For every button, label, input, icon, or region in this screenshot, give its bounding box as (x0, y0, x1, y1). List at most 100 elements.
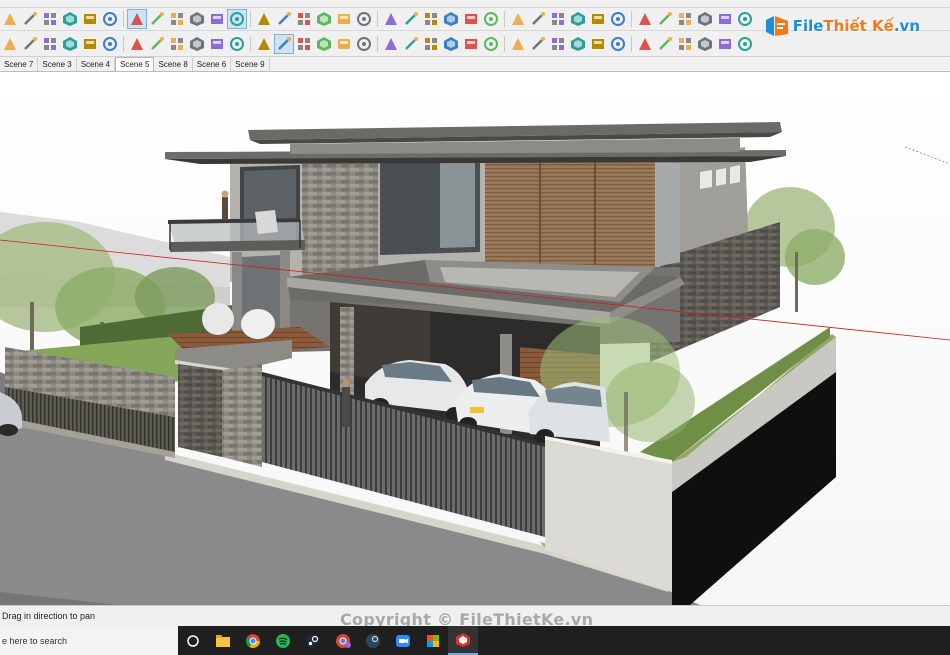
teams-icon[interactable] (418, 626, 448, 655)
steam-client-icon[interactable] (358, 626, 388, 655)
toolbar-separator (377, 11, 378, 27)
tab-scene-3[interactable]: Scene 3 (38, 58, 77, 71)
3d-text-icon[interactable] (228, 35, 246, 53)
warehouse-icon[interactable] (335, 10, 353, 28)
look-around-icon[interactable] (656, 10, 674, 28)
footprint-icon[interactable] (589, 10, 607, 28)
materials-icon[interactable] (482, 10, 500, 28)
house-model-render (0, 72, 950, 605)
camera-icon[interactable] (462, 35, 480, 53)
tab-scene-7[interactable]: Scene 7 (0, 58, 39, 71)
grass-icon[interactable] (589, 35, 607, 53)
stairs-icon[interactable] (696, 35, 714, 53)
house-icon[interactable] (315, 10, 333, 28)
arch-icon[interactable] (656, 35, 674, 53)
zoom-tool-icon[interactable] (295, 35, 313, 53)
tab-scene-8[interactable]: Scene 8 (154, 58, 193, 71)
spotify-icon[interactable] (268, 626, 298, 655)
select-icon[interactable] (1, 10, 19, 28)
geo-icon[interactable] (696, 10, 714, 28)
ruby-icon[interactable] (335, 35, 353, 53)
tape-measure-icon[interactable] (128, 35, 146, 53)
fog-icon[interactable] (442, 10, 460, 28)
paint-icon[interactable] (61, 10, 79, 28)
scenes-icon[interactable] (509, 10, 527, 28)
roof-icon[interactable] (676, 35, 694, 53)
toolbar-separator (631, 11, 632, 27)
line-icon[interactable] (41, 10, 59, 28)
text-icon[interactable] (188, 35, 206, 53)
fur-icon[interactable] (609, 35, 627, 53)
file-explorer-icon[interactable] (208, 626, 238, 655)
push-pull-icon[interactable] (101, 10, 119, 28)
toolbar-separator (123, 35, 124, 52)
tent-icon[interactable] (549, 35, 567, 53)
eye-icon[interactable] (569, 10, 587, 28)
tab-scene-4[interactable]: Scene 4 (77, 58, 116, 71)
offset-icon[interactable] (168, 10, 186, 28)
tape-icon[interactable] (188, 10, 206, 28)
extension-icon[interactable] (355, 35, 373, 53)
chrome-profile-icon[interactable] (328, 626, 358, 655)
pan-tool-icon[interactable] (274, 33, 294, 54)
vray-icon[interactable] (422, 35, 440, 53)
circle-icon[interactable] (61, 35, 79, 53)
outliner-icon[interactable] (549, 10, 567, 28)
move-icon[interactable] (81, 10, 99, 28)
dimension-icon[interactable] (148, 35, 166, 53)
freehand-icon[interactable] (101, 35, 119, 53)
zoom-icon[interactable] (388, 626, 418, 655)
toolbar-separator (250, 35, 251, 52)
toolbar-separator (123, 11, 124, 27)
tab-scene-9[interactable]: Scene 9 (231, 58, 270, 71)
axes-tool-icon[interactable] (208, 35, 226, 53)
tab-scene-6[interactable]: Scene 6 (193, 58, 232, 71)
light-icon[interactable] (442, 35, 460, 53)
dome-icon[interactable] (736, 35, 754, 53)
frame-icon[interactable] (482, 35, 500, 53)
photo-icon[interactable] (736, 10, 754, 28)
lock-icon[interactable] (509, 35, 527, 53)
toolbar-separator (377, 35, 378, 52)
polygon-icon[interactable] (81, 35, 99, 53)
tab-scene-5[interactable]: Scene 5 (115, 57, 155, 71)
rotate-icon[interactable] (127, 9, 147, 29)
sketchup-window: FileThiết Kế.vn Scene 7 Scene 3 Scene 4 Sce… (0, 0, 950, 655)
walk-icon[interactable] (676, 10, 694, 28)
position-camera-icon[interactable] (636, 10, 654, 28)
steam-icon[interactable] (298, 626, 328, 655)
layers-icon[interactable] (529, 10, 547, 28)
barn-icon[interactable] (382, 10, 400, 28)
taskbar-search-input[interactable]: e here to search (0, 626, 178, 655)
component-icon[interactable] (402, 10, 420, 28)
logo-text: FileThiết Kế.vn (792, 17, 920, 35)
arc-icon[interactable] (21, 35, 39, 53)
spark-icon[interactable] (716, 35, 734, 53)
protractor-icon[interactable] (168, 35, 186, 53)
check-icon[interactable] (382, 35, 400, 53)
render-icon[interactable] (529, 35, 547, 53)
home-icon[interactable] (355, 10, 373, 28)
axes-icon[interactable] (609, 10, 627, 28)
sketchup-taskbar-icon[interactable] (448, 626, 478, 655)
task-view-icon[interactable] (178, 626, 208, 655)
zoom-icon[interactable] (255, 10, 273, 28)
modeling-viewport[interactable] (0, 72, 950, 605)
section-icon[interactable] (295, 10, 313, 28)
pan-icon[interactable] (227, 9, 247, 29)
eraser-icon[interactable] (21, 10, 39, 28)
scale-icon[interactable] (148, 10, 166, 28)
cube-icon[interactable] (569, 35, 587, 53)
pencil-icon[interactable] (1, 35, 19, 53)
zoom-window-icon[interactable] (315, 35, 333, 53)
teapot-icon[interactable] (402, 35, 420, 53)
orbit-icon[interactable] (208, 10, 226, 28)
chrome-icon[interactable] (238, 626, 268, 655)
sun-icon[interactable] (636, 35, 654, 53)
zoom-extents-icon[interactable] (275, 10, 293, 28)
orbit-tool-icon[interactable] (255, 35, 273, 53)
rectangle-icon[interactable] (41, 35, 59, 53)
style-icon[interactable] (462, 10, 480, 28)
shadow-icon[interactable] (422, 10, 440, 28)
sandbox-icon[interactable] (716, 10, 734, 28)
